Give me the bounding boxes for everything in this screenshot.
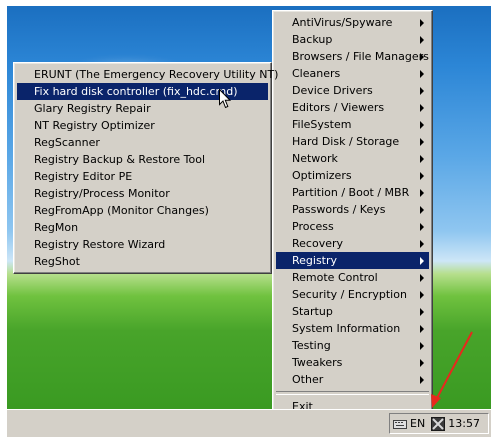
menu-item-partition-boot-mbr[interactable]: Partition / Boot / MBR bbox=[276, 184, 429, 201]
submenu-item-regfromapp[interactable]: RegFromApp (Monitor Changes) bbox=[17, 202, 268, 219]
menu-item-device-drivers[interactable]: Device Drivers bbox=[276, 82, 429, 99]
main-menu: AntiVirus/Spyware Backup Browsers / File… bbox=[272, 10, 433, 419]
mouse-pointer-icon bbox=[219, 89, 231, 109]
submenu-arrow-icon bbox=[420, 87, 424, 95]
menu-item-label: Network bbox=[292, 152, 338, 165]
menu-item-label: Startup bbox=[292, 305, 333, 318]
menu-item-label: Device Drivers bbox=[292, 84, 373, 97]
menu-item-label: Testing bbox=[292, 339, 331, 352]
submenu-item-registry-editor-pe[interactable]: Registry Editor PE bbox=[17, 168, 268, 185]
menu-item-backup[interactable]: Backup bbox=[276, 31, 429, 48]
submenu-item-label: RegScanner bbox=[34, 136, 100, 149]
taskbar: EN 13:57 bbox=[7, 409, 491, 437]
submenu-arrow-icon bbox=[420, 70, 424, 78]
menu-item-label: Optimizers bbox=[292, 169, 352, 182]
menu-item-label: Backup bbox=[292, 33, 333, 46]
menu-item-label: Browsers / File Managers bbox=[292, 50, 429, 63]
submenu-item-erunt[interactable]: ERUNT (The Emergency Recovery Utility NT… bbox=[17, 66, 278, 83]
menu-item-process[interactable]: Process bbox=[276, 218, 429, 235]
menu-item-remote-control[interactable]: Remote Control bbox=[276, 269, 429, 286]
submenu-arrow-icon bbox=[420, 308, 424, 316]
menu-item-testing[interactable]: Testing bbox=[276, 337, 429, 354]
menu-item-startup[interactable]: Startup bbox=[276, 303, 429, 320]
submenu-item-label: Registry Editor PE bbox=[34, 170, 133, 183]
submenu-arrow-icon bbox=[420, 104, 424, 112]
menu-item-other[interactable]: Other bbox=[276, 371, 429, 388]
system-tray: EN 13:57 bbox=[389, 413, 489, 434]
menu-item-cleaners[interactable]: Cleaners bbox=[276, 65, 429, 82]
submenu-arrow-icon bbox=[420, 206, 424, 214]
submenu-item-regshot[interactable]: RegShot bbox=[17, 253, 268, 270]
submenu-item-label: RegMon bbox=[34, 221, 79, 234]
submenu-arrow-icon bbox=[420, 121, 424, 129]
submenu-arrow-icon bbox=[420, 240, 424, 248]
menu-item-passwords-keys[interactable]: Passwords / Keys bbox=[276, 201, 429, 218]
menu-item-optimizers[interactable]: Optimizers bbox=[276, 167, 429, 184]
submenu-item-label: ERUNT (The Emergency Recovery Utility NT… bbox=[34, 68, 279, 81]
menu-item-label: Hard Disk / Storage bbox=[292, 135, 400, 148]
menu-item-editors-viewers[interactable]: Editors / Viewers bbox=[276, 99, 429, 116]
menu-item-antivirus-spyware[interactable]: AntiVirus/Spyware bbox=[276, 14, 429, 31]
submenu-item-label: NT Registry Optimizer bbox=[34, 119, 155, 132]
menu-item-label: Other bbox=[292, 373, 324, 386]
submenu-item-registry-backup-restore[interactable]: Registry Backup & Restore Tool bbox=[17, 151, 268, 168]
menu-item-label: Partition / Boot / MBR bbox=[292, 186, 410, 199]
submenu-item-label: Registry Backup & Restore Tool bbox=[34, 153, 206, 166]
submenu-arrow-icon bbox=[420, 223, 424, 231]
submenu-item-registry-restore-wizard[interactable]: Registry Restore Wizard bbox=[17, 236, 268, 253]
menu-item-label: Recovery bbox=[292, 237, 344, 250]
registry-submenu: ERUNT (The Emergency Recovery Utility NT… bbox=[13, 62, 278, 274]
submenu-item-label: Glary Registry Repair bbox=[34, 102, 151, 115]
menu-item-label: Editors / Viewers bbox=[292, 101, 385, 114]
menu-item-label: System Information bbox=[292, 322, 401, 335]
submenu-arrow-icon bbox=[420, 291, 424, 299]
submenu-arrow-icon bbox=[420, 189, 424, 197]
submenu-item-label: Registry Restore Wizard bbox=[34, 238, 166, 251]
submenu-arrow-icon bbox=[420, 172, 424, 180]
menu-item-label: Passwords / Keys bbox=[292, 203, 386, 216]
submenu-item-nt-registry-optimizer[interactable]: NT Registry Optimizer bbox=[17, 117, 268, 134]
menu-item-system-information[interactable]: System Information bbox=[276, 320, 429, 337]
submenu-item-label: Registry/Process Monitor bbox=[34, 187, 170, 200]
menu-item-label: Cleaners bbox=[292, 67, 341, 80]
submenu-arrow-icon bbox=[420, 36, 424, 44]
menu-item-browsers-file-managers[interactable]: Browsers / File Managers bbox=[276, 48, 429, 65]
annotation-arrow-icon bbox=[431, 331, 473, 408]
menu-item-filesystem[interactable]: FileSystem bbox=[276, 116, 429, 133]
clock[interactable]: 13:57 bbox=[448, 417, 480, 430]
submenu-item-regmon[interactable]: RegMon bbox=[17, 219, 268, 236]
submenu-arrow-icon bbox=[420, 53, 424, 61]
menu-item-hard-disk-storage[interactable]: Hard Disk / Storage bbox=[276, 133, 429, 150]
menu-item-label: AntiVirus/Spyware bbox=[292, 16, 393, 29]
menu-item-network[interactable]: Network bbox=[276, 150, 429, 167]
submenu-item-regscanner[interactable]: RegScanner bbox=[17, 134, 268, 151]
menu-item-registry[interactable]: Registry bbox=[276, 252, 429, 269]
tools-tray-icon[interactable] bbox=[431, 416, 446, 431]
submenu-arrow-icon bbox=[420, 155, 424, 163]
menu-item-label: Security / Encryption bbox=[292, 288, 407, 301]
submenu-item-label: RegShot bbox=[34, 255, 80, 268]
submenu-item-registry-process-monitor[interactable]: Registry/Process Monitor bbox=[17, 185, 268, 202]
submenu-item-label: Fix hard disk controller (fix_hdc.cmd) bbox=[34, 85, 238, 98]
menu-item-security-encryption[interactable]: Security / Encryption bbox=[276, 286, 429, 303]
menu-item-label: Registry bbox=[292, 254, 338, 267]
submenu-arrow-icon bbox=[420, 19, 424, 27]
submenu-arrow-icon bbox=[420, 257, 424, 265]
menu-item-recovery[interactable]: Recovery bbox=[276, 235, 429, 252]
menu-separator bbox=[276, 391, 429, 395]
submenu-arrow-icon bbox=[420, 274, 424, 282]
menu-item-label: Remote Control bbox=[292, 271, 378, 284]
language-indicator[interactable]: EN bbox=[410, 417, 425, 430]
submenu-arrow-icon bbox=[420, 138, 424, 146]
menu-item-tweakers[interactable]: Tweakers bbox=[276, 354, 429, 371]
menu-item-label: FileSystem bbox=[292, 118, 352, 131]
menu-item-label: Process bbox=[292, 220, 334, 233]
menu-item-label: Tweakers bbox=[292, 356, 343, 369]
keyboard-icon[interactable] bbox=[393, 419, 407, 429]
submenu-item-label: RegFromApp (Monitor Changes) bbox=[34, 204, 209, 217]
